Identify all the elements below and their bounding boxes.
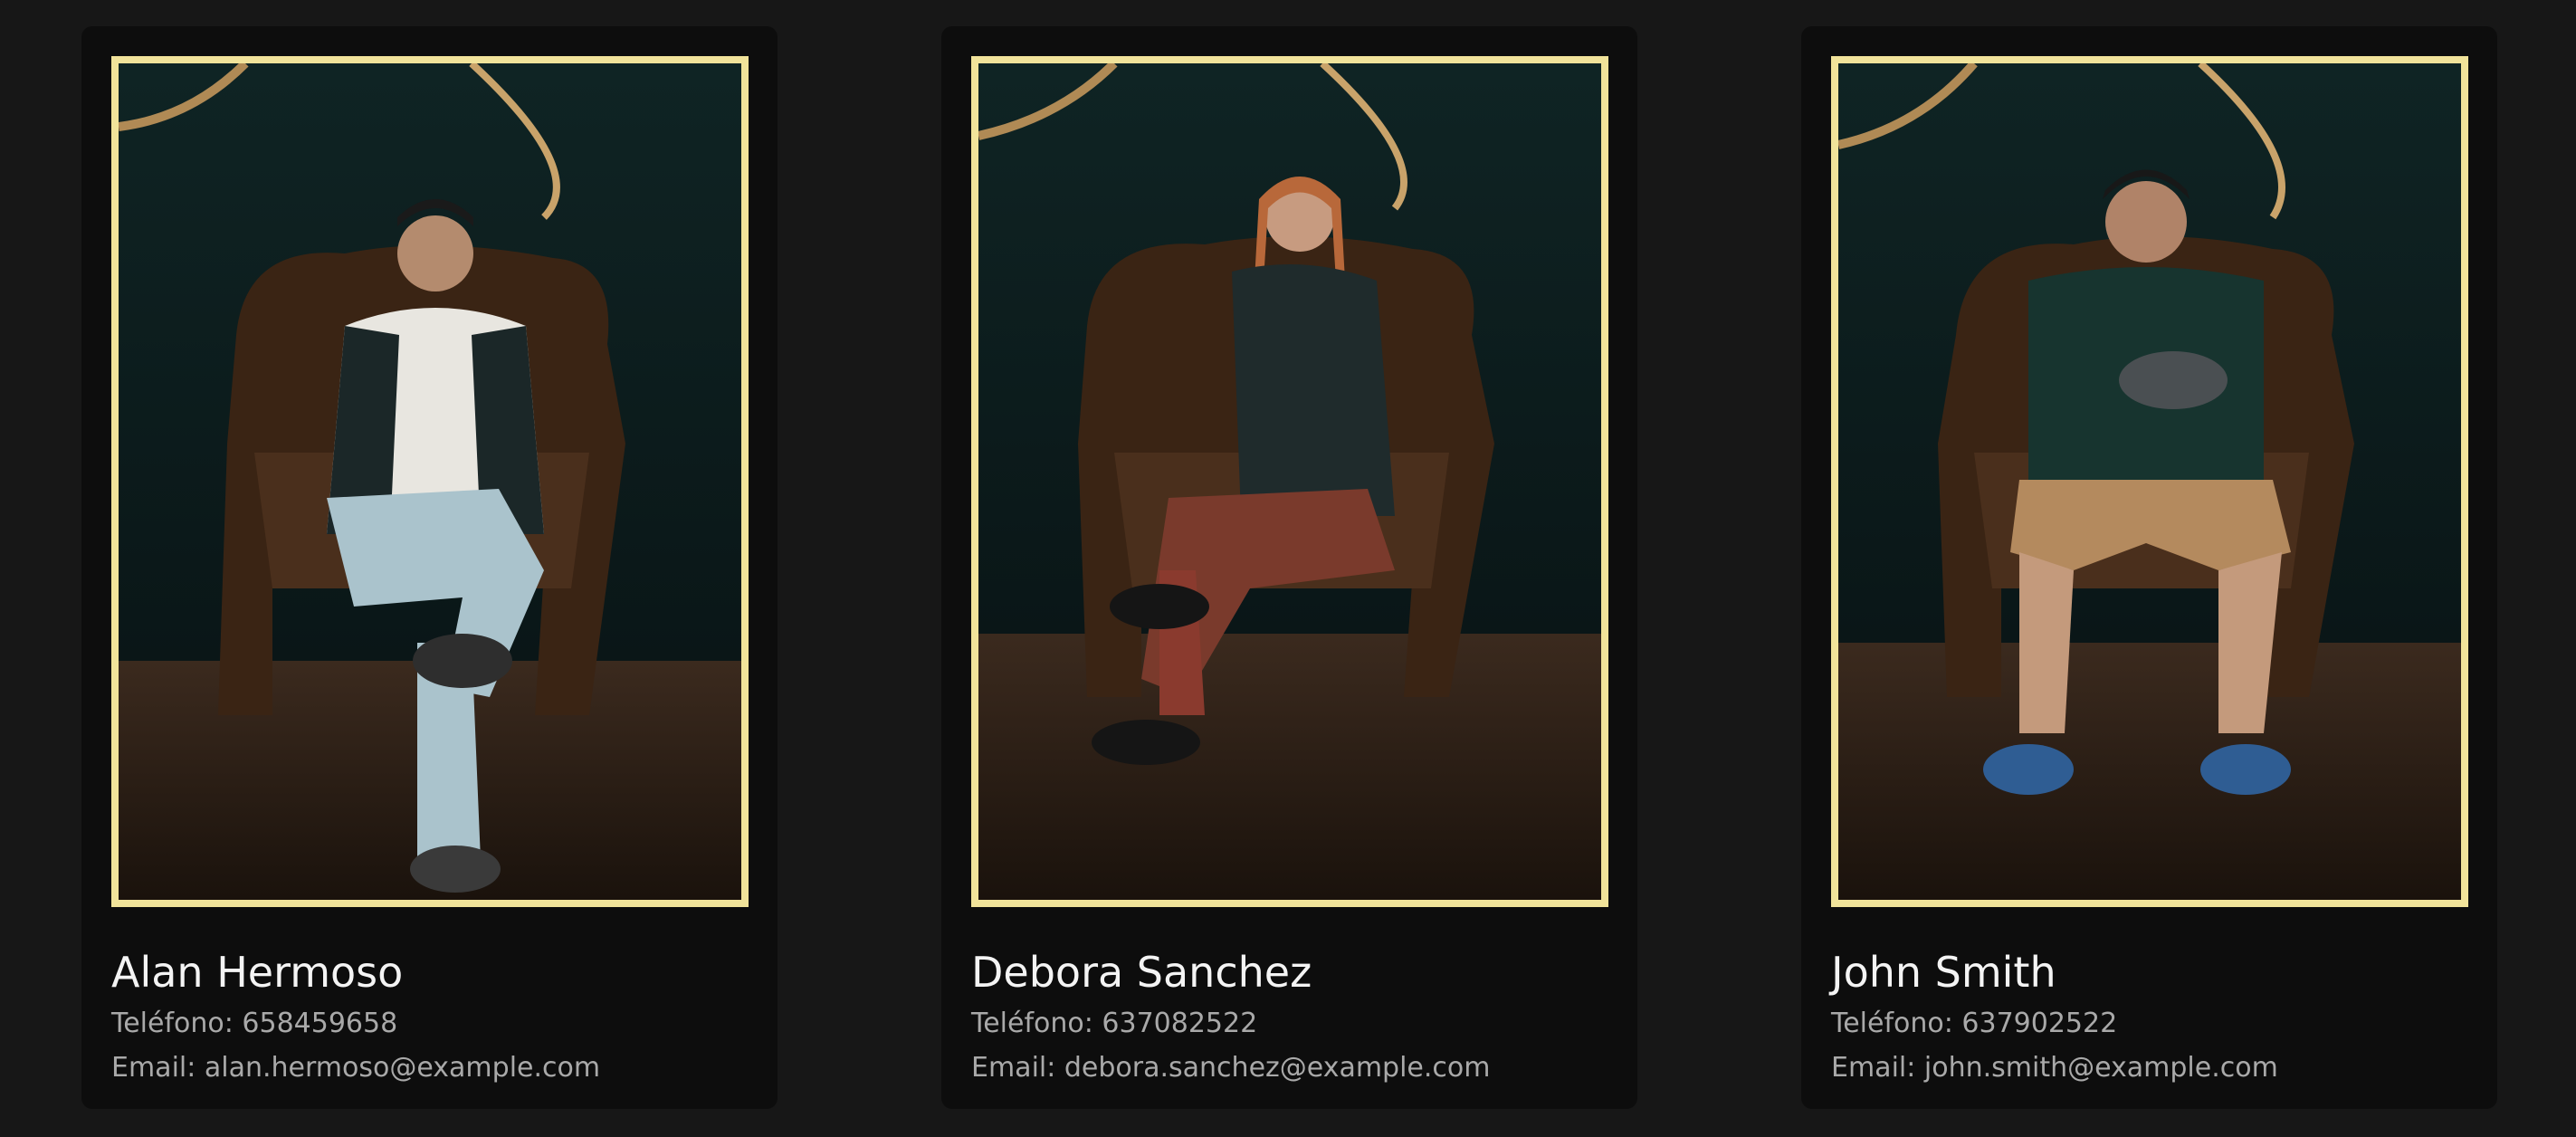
member-phone: Teléfono: 658459658 [111, 1008, 398, 1039]
team-page: Alan Hermoso Teléfono: 658459658 Email: … [0, 0, 2576, 1137]
member-phone: Teléfono: 637082522 [971, 1008, 1258, 1039]
member-name: Debora Sanchez [971, 948, 1312, 997]
member-name: John Smith [1831, 948, 2056, 997]
member-phone: Teléfono: 637902522 [1831, 1008, 2118, 1039]
team-card: John Smith Teléfono: 637902522 Email: jo… [1801, 26, 2497, 1109]
team-card: Alan Hermoso Teléfono: 658459658 Email: … [81, 26, 778, 1109]
team-card: Debora Sanchez Teléfono: 637082522 Email… [941, 26, 1637, 1109]
member-email: Email: alan.hermoso@example.com [111, 1052, 601, 1084]
member-photo [111, 56, 749, 907]
member-photo [971, 56, 1608, 907]
member-email: Email: debora.sanchez@example.com [971, 1052, 1491, 1084]
member-name: Alan Hermoso [111, 948, 404, 997]
member-email: Email: john.smith@example.com [1831, 1052, 2278, 1084]
member-photo [1831, 56, 2468, 907]
